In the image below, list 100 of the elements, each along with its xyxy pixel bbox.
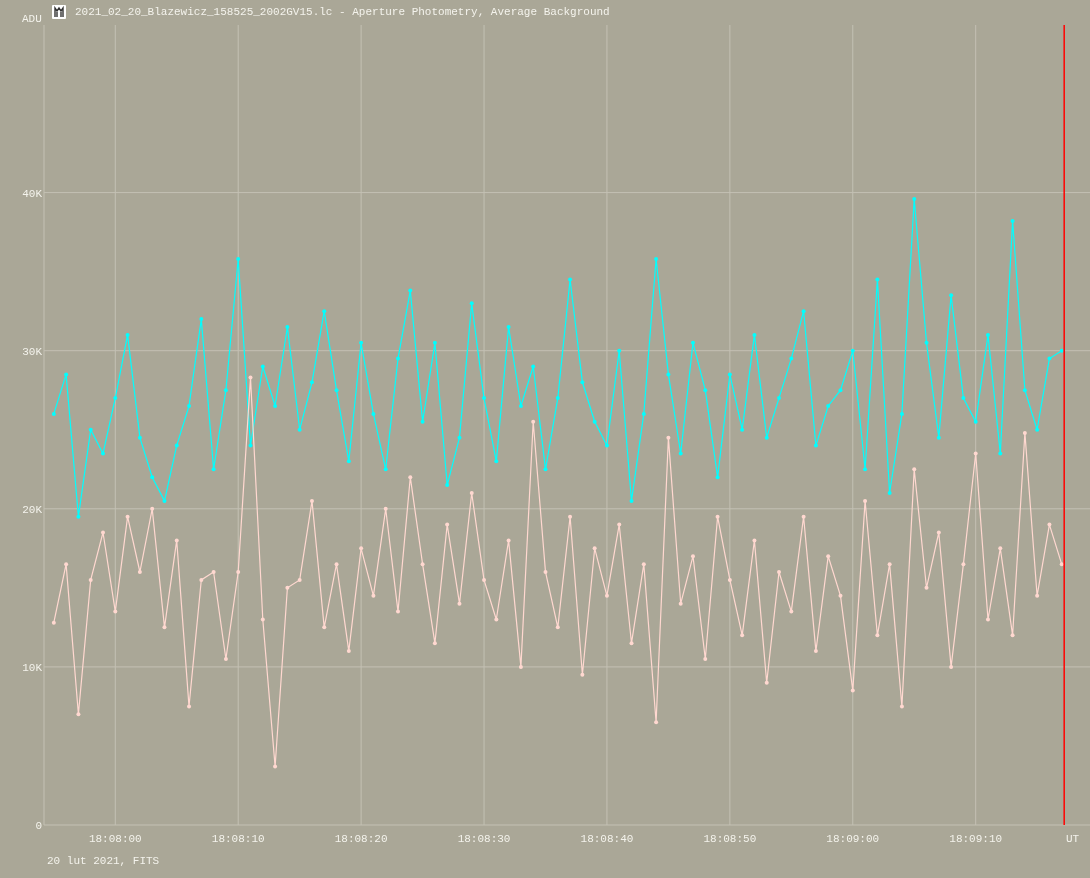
data-point: [666, 435, 671, 440]
footer-text: 20 lut 2021, FITS: [47, 855, 160, 867]
data-point: [740, 427, 745, 432]
data-point: [592, 419, 597, 424]
app-icon: [52, 5, 66, 19]
data-point: [174, 538, 179, 543]
data-point: [961, 562, 966, 567]
data-point: [580, 672, 585, 677]
data-point: [248, 375, 253, 380]
data-point: [764, 435, 769, 440]
data-point: [826, 404, 831, 409]
data-point: [801, 309, 806, 314]
data-point: [604, 443, 609, 448]
data-point: [592, 546, 597, 551]
data-point: [457, 601, 462, 606]
data-point: [641, 562, 646, 567]
data-point: [64, 562, 69, 567]
data-point: [223, 388, 228, 393]
data-point: [408, 288, 413, 293]
data-point: [1059, 348, 1064, 353]
data-point: [949, 293, 954, 298]
data-point: [998, 546, 1003, 551]
data-point: [1022, 388, 1027, 393]
data-point: [654, 720, 659, 725]
data-point: [850, 348, 855, 353]
data-point: [199, 317, 204, 322]
data-point: [973, 419, 978, 424]
data-point: [678, 601, 683, 606]
axis-label: UT: [1066, 833, 1080, 845]
data-point: [445, 483, 450, 488]
data-point: [703, 657, 708, 661]
data-point: [88, 427, 93, 432]
data-point: [420, 419, 425, 424]
data-point: [838, 593, 843, 598]
x-tick-label: 18:08:30: [457, 833, 511, 845]
data-point: [518, 664, 523, 669]
data-point: [899, 411, 904, 416]
data-point: [125, 332, 130, 337]
data-point: [1059, 562, 1064, 567]
data-point: [211, 467, 216, 472]
data-point: [629, 641, 634, 646]
data-point: [752, 332, 757, 337]
data-point: [1047, 522, 1052, 527]
data-point: [863, 467, 868, 472]
data-point: [346, 459, 351, 464]
data-point: [150, 506, 155, 511]
data-point: [309, 498, 314, 503]
data-point: [568, 277, 573, 282]
data-point: [297, 577, 302, 582]
data-point: [51, 620, 56, 625]
data-point: [137, 435, 142, 440]
data-point: [777, 396, 782, 401]
data-point: [396, 609, 400, 614]
data-point: [285, 585, 290, 590]
data-point: [973, 451, 978, 456]
data-point: [715, 475, 720, 480]
data-point: [482, 396, 487, 401]
cursor-line[interactable]: [1063, 24, 1065, 826]
data-point: [986, 332, 990, 337]
window-title: 2021_02_20_Blazewicz_158525_2002GV15.lc - Aperture Photometry, Average Background: [75, 4, 610, 20]
data-point: [789, 356, 794, 361]
data-point: [371, 411, 376, 416]
data-point: [936, 530, 941, 535]
data-point: [580, 380, 585, 385]
data-point: [322, 309, 327, 314]
x-tick-label: 18:08:20: [334, 833, 388, 845]
data-point: [445, 522, 450, 527]
data-point: [555, 396, 560, 401]
data-point: [101, 530, 105, 535]
data-point: [125, 514, 130, 519]
data-point: [396, 356, 400, 361]
data-point: [346, 649, 351, 654]
data-point: [371, 593, 376, 598]
data-point: [838, 388, 843, 393]
data-point: [654, 257, 659, 261]
data-point: [777, 570, 782, 575]
data-point: [64, 372, 69, 377]
data-point: [568, 514, 573, 519]
data-point: [383, 467, 388, 472]
data-point: [641, 411, 646, 416]
y-tick-label: 30K: [22, 345, 42, 358]
data-point: [813, 443, 818, 448]
y-tick-label: 20K: [22, 503, 42, 516]
data-point: [1010, 219, 1015, 224]
data-point: [187, 704, 192, 709]
axis-label: ADU: [22, 12, 42, 27]
data-point: [924, 585, 929, 590]
data-point: [113, 609, 118, 614]
y-tick-label: 10K: [22, 661, 42, 674]
data-point: [260, 617, 265, 622]
data-point: [137, 570, 142, 575]
x-tick-label: 18:08:40: [580, 833, 634, 845]
data-point: [863, 498, 868, 503]
data-point: [76, 514, 81, 519]
data-point: [76, 712, 81, 717]
data-point: [961, 396, 966, 401]
data-point: [801, 514, 806, 519]
data-point: [322, 625, 327, 630]
data-point: [101, 451, 105, 456]
data-point: [1035, 427, 1040, 432]
